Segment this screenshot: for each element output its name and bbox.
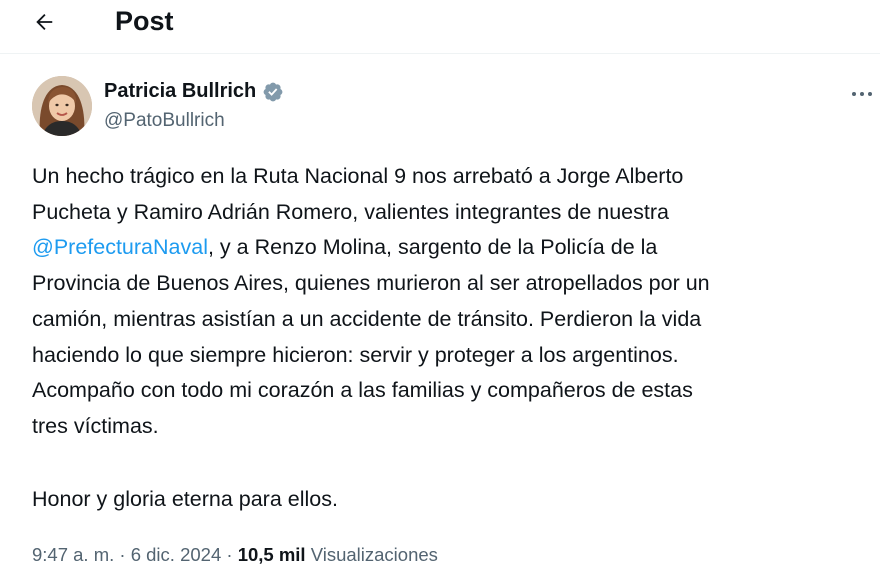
post-text: Un hecho trágico en la Ruta Nacional 9 n… [32,159,872,445]
post-line: Acompaño con todo mi corazón a las famil… [32,378,693,403]
post-line: tres víctimas. [32,413,159,438]
post-time[interactable]: 9:47 a. m. [32,544,114,565]
profile-photo [32,76,92,136]
post-line: haciendo lo que siempre hicieron: servir… [32,342,679,367]
mention-link[interactable]: @PrefecturaNaval [32,235,208,259]
meta-separator: · [114,544,131,565]
post-line: Pucheta y Ramiro Adrián Romero, valiente… [32,199,669,224]
post-closing-line: Honor y gloria eterna para ellos. [32,487,338,511]
verified-badge-icon [262,81,284,103]
more-horizontal-icon [852,92,872,96]
author-name[interactable]: Patricia Bullrich [104,80,256,103]
meta-separator: · [221,544,238,565]
post-line: Provincia de Buenos Aires, quienes murie… [32,271,710,296]
back-button[interactable] [26,4,62,40]
top-bar: Post [0,0,880,48]
post-line: Un hecho trágico en la Ruta Nacional 9 n… [32,164,684,188]
arrow-left-icon [36,14,53,30]
avatar[interactable] [32,76,92,136]
post-line: camión, mientras asistían a un accidente… [32,306,702,331]
author-handle[interactable]: @PatoBullrich [104,110,225,132]
author-name-row: Patricia Bullrich [104,80,284,103]
more-options-button[interactable] [848,84,876,104]
post-date[interactable]: 6 dic. 2024 [131,544,222,565]
header-divider [0,53,880,54]
post-line: @PrefecturaNaval, y a Renzo Molina, sarg… [32,230,872,266]
post-metadata: 9:47 a. m. · 6 dic. 2024 · 10,5 mil Visu… [32,544,438,566]
views-count[interactable]: 10,5 mil [238,544,306,565]
views-label[interactable]: Visualizaciones [311,544,438,565]
post-line-text: , y a Renzo Molina, sargento de la Polic… [207,235,658,260]
page-title: Post [115,6,174,36]
